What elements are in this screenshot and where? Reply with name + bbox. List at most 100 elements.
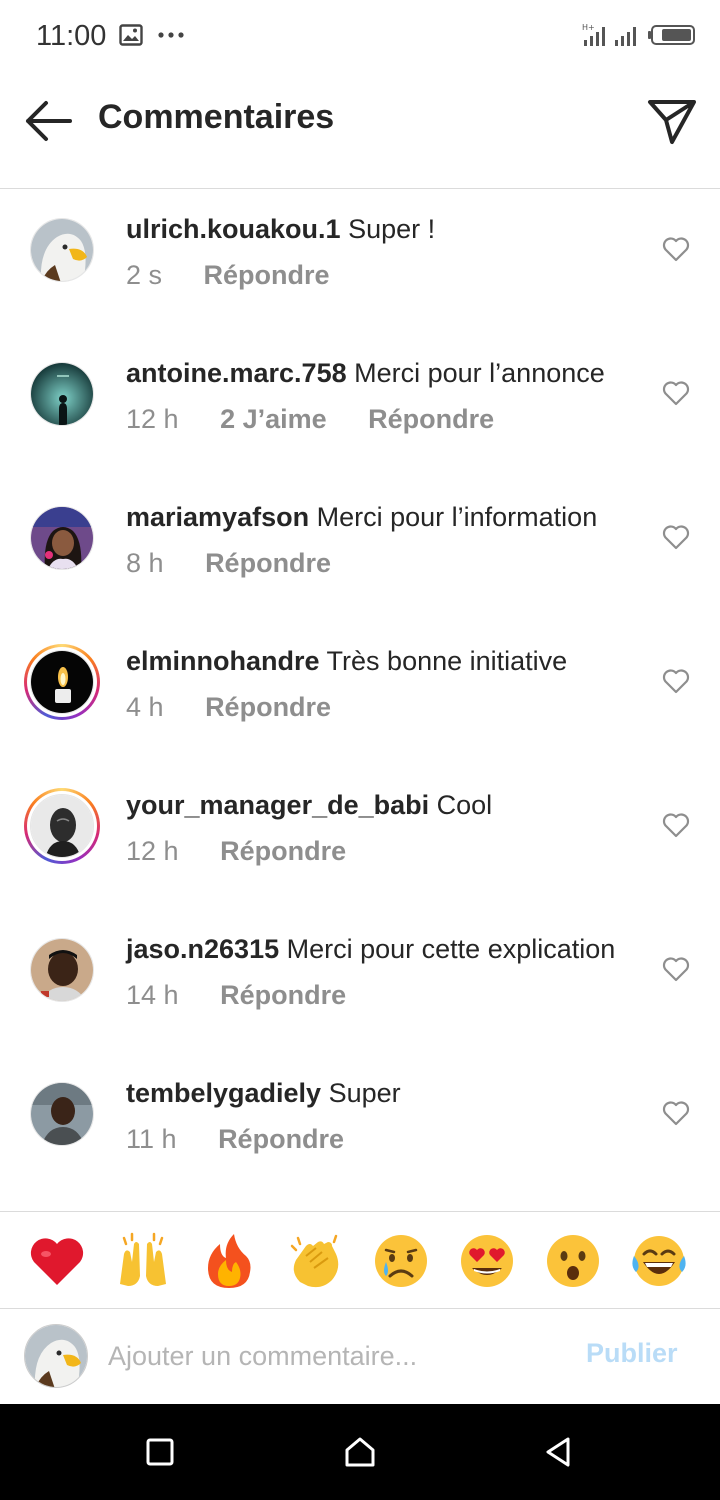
woman-avatar-icon (31, 507, 93, 569)
avatar-story-ring[interactable] (24, 644, 100, 720)
page-title: Commentaires (98, 98, 335, 136)
emoji-tears-of-joy[interactable] (630, 1232, 688, 1290)
comment-meta: 14 h Répondre (126, 980, 346, 1011)
comment-time: 12 h (126, 404, 179, 434)
status-bar: 11:00 H+ (0, 0, 720, 72)
comment-meta: 11 h Répondre (126, 1124, 344, 1155)
comment-time: 12 h (126, 836, 179, 866)
boy-avatar-icon (31, 939, 93, 1001)
system-nav-bar (0, 1404, 720, 1500)
emoji-open-mouth-face[interactable] (544, 1232, 602, 1290)
comment-item: elminnohandre Très bonne initiative 4 h … (0, 620, 720, 764)
emoji-bar (0, 1211, 720, 1309)
comment-text: tembelygadiely Super (126, 1078, 401, 1109)
emoji-crying-face[interactable] (372, 1232, 430, 1290)
recents-square-icon[interactable] (142, 1434, 178, 1470)
reply-button[interactable]: Répondre (205, 548, 331, 579)
comment-body: Merci pour l’annonce (354, 358, 605, 388)
man-avatar-icon (31, 1083, 93, 1145)
heart-icon[interactable] (662, 1100, 690, 1126)
comment-text: ulrich.kouakou.1 Super ! (126, 214, 435, 245)
comment-text: your_manager_de_babi Cool (126, 790, 492, 821)
comment-text: elminnohandre Très bonne initiative (126, 646, 567, 677)
comment-username[interactable]: ulrich.kouakou.1 (126, 214, 341, 244)
comment-body: Très bonne initiative (326, 646, 568, 676)
heart-icon[interactable] (662, 668, 690, 694)
back-arrow-icon[interactable] (22, 98, 74, 144)
avatar[interactable] (30, 362, 94, 426)
comment-time: 4 h (126, 692, 164, 722)
status-time: 11:00 (36, 20, 107, 52)
comment-time: 14 h (126, 980, 179, 1010)
eagle-avatar-icon (31, 219, 93, 281)
comment-text: mariamyafson Merci pour l’information (126, 502, 597, 533)
avatar (24, 1324, 88, 1388)
comment-text: antoine.marc.758 Merci pour l’annonce (126, 358, 605, 389)
back-triangle-icon[interactable] (540, 1434, 576, 1470)
svg-text:H+: H+ (582, 23, 595, 32)
emoji-heart-eyes[interactable] (458, 1232, 516, 1290)
avatar-story-ring[interactable] (24, 788, 100, 864)
comment-body: Super ! (348, 214, 436, 244)
avatar[interactable] (30, 218, 94, 282)
comment-time: 8 h (126, 548, 164, 578)
comment-username[interactable]: mariamyafson (126, 502, 309, 532)
comment-text: jaso.n26315 Merci pour cette explication (126, 934, 615, 965)
comment-username[interactable]: jaso.n26315 (126, 934, 279, 964)
comment-meta: 2 s Répondre (126, 260, 330, 291)
comment-meta: 12 h Répondre (126, 836, 346, 867)
heart-icon[interactable] (662, 956, 690, 982)
signal-icon: H+ (582, 23, 636, 46)
comment-meta: 12 h 2 J’aime Répondre (126, 404, 494, 435)
eagle-avatar-icon (25, 1325, 87, 1387)
comment-body: Merci pour l’information (316, 502, 598, 532)
silhouette-avatar-icon (31, 363, 93, 425)
avatar[interactable] (30, 938, 94, 1002)
candle-avatar-icon (31, 651, 93, 713)
comment-body: Merci pour cette explication (286, 934, 616, 964)
comment-composer: Publier (0, 1308, 720, 1404)
comment-body: Super (328, 1078, 401, 1108)
comment-username[interactable]: tembelygadiely (126, 1078, 321, 1108)
comment-username[interactable]: elminnohandre (126, 646, 320, 676)
reply-button[interactable]: Répondre (218, 1124, 344, 1155)
likes-count[interactable]: 2 J’aime (220, 404, 327, 435)
emoji-fire[interactable] (200, 1232, 258, 1290)
comment-username[interactable]: your_manager_de_babi (126, 790, 429, 820)
statue-avatar-icon (31, 795, 93, 857)
home-icon[interactable] (342, 1434, 378, 1470)
heart-icon[interactable] (662, 236, 690, 262)
avatar[interactable] (30, 1082, 94, 1146)
emoji-heart[interactable] (28, 1232, 86, 1290)
comment-input[interactable] (108, 1334, 548, 1378)
comment-item: antoine.marc.758 Merci pour l’annonce 12… (0, 332, 720, 476)
header: Commentaires (0, 72, 720, 189)
comment-body: Cool (436, 790, 493, 820)
reply-button[interactable]: Répondre (220, 980, 346, 1011)
heart-icon[interactable] (662, 812, 690, 838)
comment-meta: 8 h Répondre (126, 548, 331, 579)
reply-button[interactable]: Répondre (220, 836, 346, 867)
more-dots-icon (158, 32, 184, 38)
comment-item: mariamyafson Merci pour l’information 8 … (0, 476, 720, 620)
publish-button[interactable]: Publier (586, 1338, 678, 1369)
comment-item: ulrich.kouakou.1 Super ! 2 s Répondre (0, 188, 720, 332)
heart-icon[interactable] (662, 380, 690, 406)
battery-icon (648, 25, 695, 45)
emoji-raising-hands[interactable] (114, 1232, 172, 1290)
comment-item: tembelygadiely Super 11 h Répondre (0, 1052, 720, 1196)
avatar[interactable] (30, 506, 94, 570)
comment-time: 11 h (126, 1124, 177, 1154)
reply-button[interactable]: Répondre (368, 404, 494, 435)
comments-list: ulrich.kouakou.1 Super ! 2 s Répondre an… (0, 188, 720, 1196)
gallery-icon (119, 24, 143, 46)
paper-plane-icon[interactable] (646, 96, 698, 148)
heart-icon[interactable] (662, 524, 690, 550)
comment-username[interactable]: antoine.marc.758 (126, 358, 347, 388)
emoji-clapping-hands[interactable] (286, 1232, 344, 1290)
reply-button[interactable]: Répondre (205, 692, 331, 723)
comment-item: your_manager_de_babi Cool 12 h Répondre (0, 764, 720, 908)
reply-button[interactable]: Répondre (204, 260, 330, 291)
comment-item: jaso.n26315 Merci pour cette explication… (0, 908, 720, 1052)
comment-meta: 4 h Répondre (126, 692, 331, 723)
